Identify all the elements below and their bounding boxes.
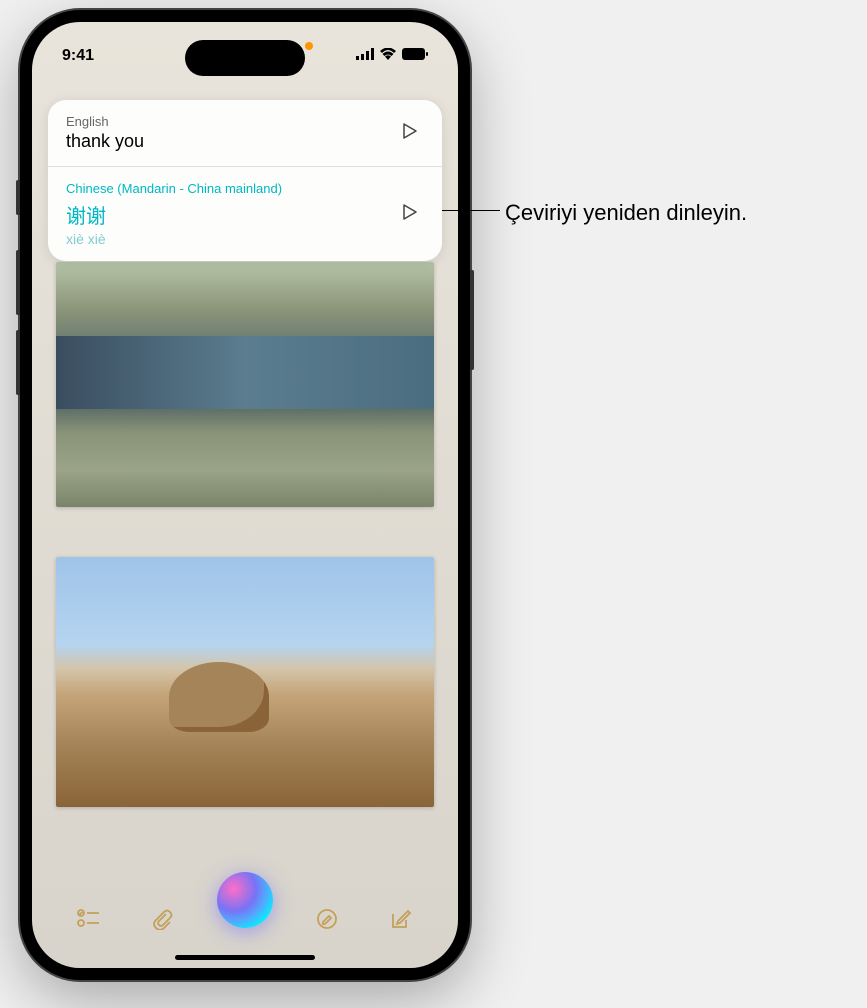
paperclip-icon [152,908,174,935]
target-pronunciation: xiè xiè [66,231,396,247]
cellular-signal-icon [356,47,374,65]
battery-icon [402,47,428,65]
volume-up-button [16,250,20,315]
compose-button[interactable] [381,901,421,941]
callout-label: Çeviriyi yeniden dinleyin. [505,200,747,226]
play-icon [403,123,417,144]
screen: 9:41 English thank you [32,22,458,968]
dynamic-island [185,40,305,76]
checklist-icon [77,909,101,934]
volume-down-button [16,330,20,395]
source-content: English thank you [66,114,396,152]
source-language-label: English [66,114,396,129]
target-content: Chinese (Mandarin - China mainland) 谢谢 x… [66,181,396,247]
siri-orb[interactable] [217,872,273,928]
target-section: Chinese (Mandarin - China mainland) 谢谢 x… [48,167,442,261]
status-indicators [356,47,428,65]
source-text: thank you [66,131,396,152]
power-button [470,270,474,370]
target-language-label: Chinese (Mandarin - China mainland) [66,181,396,196]
compose-icon [390,908,412,935]
photo-desert-arch [56,557,434,807]
home-indicator[interactable] [175,955,315,960]
play-translation-button[interactable] [396,200,424,228]
attachment-button[interactable] [143,901,183,941]
photo-river-landscape [56,262,434,507]
source-section: English thank you [48,100,442,167]
mute-switch [16,180,20,215]
wifi-icon [380,47,396,65]
markup-button[interactable] [307,901,347,941]
markup-pen-icon [316,908,338,935]
iphone-frame: 9:41 English thank you [20,10,470,980]
siri-translation-card: English thank you Chinese (Mandarin - Ch… [48,100,442,261]
play-source-button[interactable] [396,119,424,147]
notes-background [56,262,434,868]
play-icon [403,204,417,225]
target-text: 谢谢 [66,200,396,229]
status-time: 9:41 [62,47,94,65]
checklist-button[interactable] [69,901,109,941]
